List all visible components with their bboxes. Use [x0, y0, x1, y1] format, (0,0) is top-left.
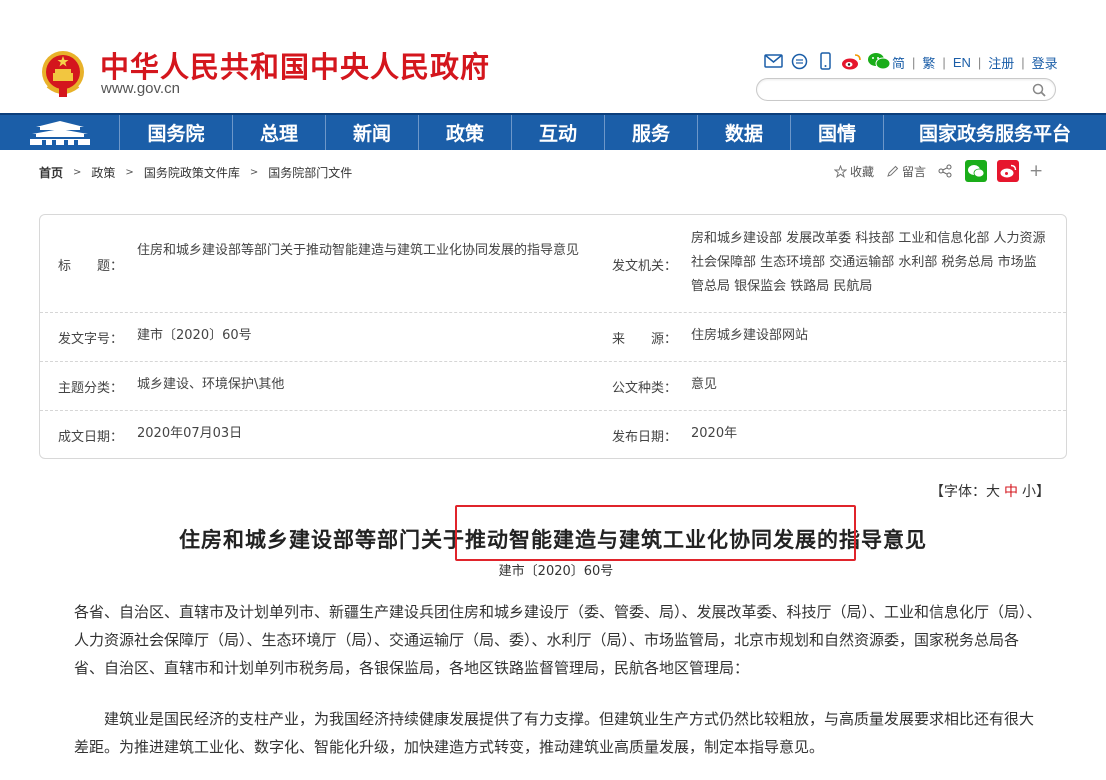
breadcrumb-home[interactable]: 首页	[39, 164, 63, 181]
separator: |	[942, 55, 946, 70]
info-row-title: 标 题： 住房和城乡建设部等部门关于推动智能建造与建筑工业化协同发展的指导意见 …	[40, 215, 1066, 313]
info-row-topic: 主题分类： 城乡建设、环境保护\其他 公文种类： 意见	[40, 362, 1066, 411]
breadcrumb-policy-library[interactable]: 国务院政策文件库	[144, 164, 240, 181]
weibo-share-button[interactable]	[997, 160, 1020, 182]
body-paragraph: 各省、自治区、直辖市及计划单列市、新疆生产建设兵团住房和城乡建设厅（委、管委、局…	[74, 603, 1042, 677]
chevron-right-icon: >	[73, 167, 82, 178]
date-value: 2020年07月03日	[137, 426, 243, 441]
title-value: 住房和城乡建设部等部门关于推动智能建造与建筑工业化协同发展的指导意见	[137, 243, 580, 258]
body-paragraph: 建筑业是国民经济的支柱产业，为我国经济持续健康发展提供了有力支撑。但建筑业生产方…	[74, 710, 1035, 756]
page-tools: 收藏 留言 +	[834, 160, 1043, 182]
breadcrumb: 首页 > 政策 > 国务院政策文件库 > 国务院部门文件	[39, 164, 352, 181]
nav-item-policy[interactable]: 政策	[419, 115, 512, 150]
separator: |	[1021, 55, 1025, 70]
separator: |	[977, 55, 982, 70]
tiananmen-icon	[29, 120, 90, 145]
pub-date-value: 2020年	[691, 426, 738, 441]
more-share-button[interactable]: +	[1029, 161, 1043, 181]
register-link[interactable]: 注册	[988, 53, 1014, 72]
wechat-share-button[interactable]	[965, 160, 988, 182]
issuer-value: 房和城乡建设部 发展改革委 科技部 工业和信息化部 人力资源社会保障部 生态环境…	[691, 231, 1046, 294]
search-box	[756, 78, 1056, 101]
wechat-icon	[968, 165, 985, 178]
top-links: 简 | 繁 | EN | 注册 | 登录	[892, 53, 1058, 72]
document-number: 建市〔2020〕60号	[498, 564, 614, 579]
font-size-close: 】	[1036, 484, 1050, 500]
mail-icon[interactable]	[763, 52, 783, 70]
login-link[interactable]: 登录	[1032, 53, 1058, 72]
weibo-icon[interactable]	[841, 52, 861, 70]
breadcrumb-dept-docs[interactable]: 国务院部门文件	[268, 164, 352, 181]
font-size-switcher: 【字体：大中小】	[930, 481, 1050, 501]
doctype-value: 意见	[691, 377, 718, 392]
share-icon	[938, 164, 952, 178]
font-size-medium[interactable]: 中	[1004, 484, 1018, 500]
breadcrumb-policy[interactable]: 政策	[91, 164, 115, 181]
comment-button[interactable]: 留言	[886, 163, 926, 180]
docno-label: 发文字号：	[58, 332, 124, 347]
favorite-button[interactable]: 收藏	[834, 163, 874, 180]
font-size-open: 【字体：	[930, 484, 986, 500]
separator: |	[912, 55, 916, 70]
chevron-right-icon: >	[249, 167, 259, 178]
font-size-large[interactable]: 大	[986, 484, 1000, 500]
share-button[interactable]	[938, 164, 955, 178]
topic-label: 主题分类：	[58, 381, 124, 396]
wechat-icon[interactable]	[867, 52, 891, 70]
share-icon-bar	[763, 51, 897, 71]
issuer-label: 发文机关：	[612, 259, 678, 274]
search-icon[interactable]	[1031, 82, 1047, 98]
simplified-link[interactable]: 简	[892, 53, 905, 72]
nav-item-news[interactable]: 新闻	[326, 115, 419, 150]
search-input[interactable]	[769, 79, 1029, 101]
info-row-docno: 发文字号： 建市〔2020〕60号 来 源： 住房城乡建设部网站	[40, 313, 1066, 362]
pencil-icon	[887, 165, 899, 177]
main-nav: 国务院 总理 新闻 政策 互动 服务 数据 国情 国家政务服务平台	[0, 113, 1106, 150]
comment-label: 留言	[902, 164, 927, 179]
nav-item-data[interactable]: 数据	[698, 115, 791, 150]
source-value: 住房城乡建设部网站	[691, 328, 809, 343]
doctype-label: 公文种类：	[612, 381, 678, 396]
national-emblem-icon[interactable]	[40, 48, 86, 98]
date-label: 成文日期：	[58, 430, 124, 445]
traditional-link[interactable]: 繁	[922, 53, 935, 72]
pub-date-label: 发布日期：	[612, 430, 678, 445]
nav-item-interaction[interactable]: 互动	[512, 115, 605, 150]
weibo-icon	[1000, 164, 1017, 178]
nav-item-gov-service-platform[interactable]: 国家政务服务平台	[884, 115, 1106, 150]
document-info-table: 标 题： 住房和城乡建设部等部门关于推动智能建造与建筑工业化协同发展的指导意见 …	[39, 214, 1067, 459]
font-size-small[interactable]: 小	[1022, 484, 1036, 500]
site-url[interactable]: www.gov.cn	[101, 80, 180, 97]
nav-home[interactable]	[0, 115, 120, 150]
nav-item-national-conditions[interactable]: 国情	[791, 115, 884, 150]
highlight-annotation-box	[455, 505, 856, 561]
info-row-dates: 成文日期： 2020年07月03日 发布日期： 2020年	[40, 411, 1066, 459]
source-label: 来 源：	[612, 332, 678, 347]
english-link[interactable]: EN	[953, 55, 971, 70]
chat-icon[interactable]	[789, 52, 809, 70]
site-header: 中华人民共和国中央人民政府 www.gov.cn 简 | 繁 | EN | 注册…	[0, 0, 1106, 113]
nav-item-state-council[interactable]: 国务院	[120, 115, 233, 150]
mobile-icon[interactable]	[815, 52, 835, 70]
docno-value: 建市〔2020〕60号	[137, 328, 252, 343]
nav-item-premier[interactable]: 总理	[233, 115, 326, 150]
chevron-right-icon: >	[125, 167, 134, 178]
star-icon	[834, 164, 847, 178]
nav-item-services[interactable]: 服务	[605, 115, 698, 150]
topic-value: 城乡建设、环境保护\其他	[137, 377, 285, 392]
title-label: 标 题：	[58, 259, 124, 274]
favorite-label: 收藏	[850, 164, 875, 179]
